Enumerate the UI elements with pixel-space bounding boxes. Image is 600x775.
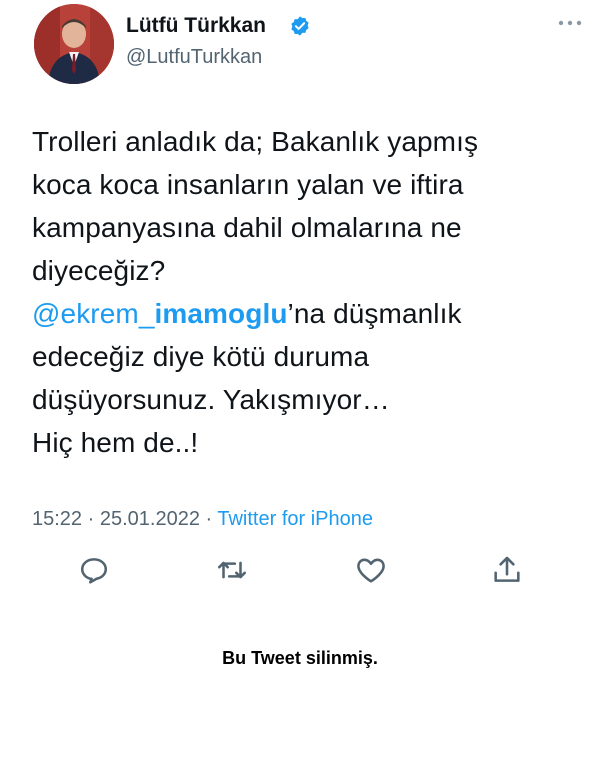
tweet-date[interactable]: 25.01.2022 <box>100 508 200 530</box>
tweet-line: düşüyorsunuz. Yakışmıyor… <box>32 384 390 415</box>
avatar-photo <box>34 4 114 84</box>
tweet-line-mention: @ekrem_imamoglu’na düşmanlık <box>32 292 577 335</box>
tweet-source-link[interactable]: Twitter for iPhone <box>217 508 373 530</box>
avatar[interactable] <box>34 4 114 84</box>
meta-separator: · <box>82 508 100 530</box>
deleted-tweet-caption: Bu Tweet silinmiş. <box>222 648 378 668</box>
like-button[interactable] <box>354 553 388 587</box>
retweet-button[interactable] <box>215 553 249 587</box>
share-button[interactable] <box>490 553 524 587</box>
tweet-line: diyeceğiz? <box>32 255 166 286</box>
tweet-time[interactable]: 15:22 <box>32 508 82 530</box>
heart-icon <box>357 558 385 583</box>
tweet-line: Hiç hem de..! <box>32 427 199 458</box>
reply-icon <box>80 558 108 584</box>
share-icon <box>494 556 520 582</box>
mention-bold: imamoglu <box>154 298 288 329</box>
reply-button[interactable] <box>77 553 111 587</box>
tweet-line: kampanyasına dahil olmalarına ne <box>32 212 462 243</box>
mention-suffix: ’na düşmanlık <box>287 298 462 329</box>
user-handle[interactable]: @LutfuTurkkan <box>126 46 262 69</box>
tweet-line: edeceğiz diye kötü duruma <box>32 341 370 372</box>
tweet-meta: 15:22 · 25.01.2022 · Twitter for iPhone <box>32 508 373 531</box>
display-name[interactable]: Lütfü Türkkan <box>126 14 266 38</box>
ellipsis-icon[interactable] <box>557 18 583 28</box>
tweet-line: Trolleri anladık da; Bakanlık yapmış <box>32 126 479 157</box>
tweet-line: koca koca insanların yalan ve iftira <box>32 169 464 200</box>
retweet-icon <box>217 561 247 579</box>
mention-prefix: @ekrem_ <box>32 298 155 329</box>
verified-badge-icon <box>289 15 311 37</box>
tweet-card: Lütfü Türkkan @LutfuTurkkan Trolleri anl… <box>0 0 600 775</box>
meta-separator: · <box>199 508 218 530</box>
tweet-text: Trolleri anladık da; Bakanlık yapmış koc… <box>32 120 577 464</box>
mention-link[interactable]: @ekrem_imamoglu <box>32 298 288 329</box>
